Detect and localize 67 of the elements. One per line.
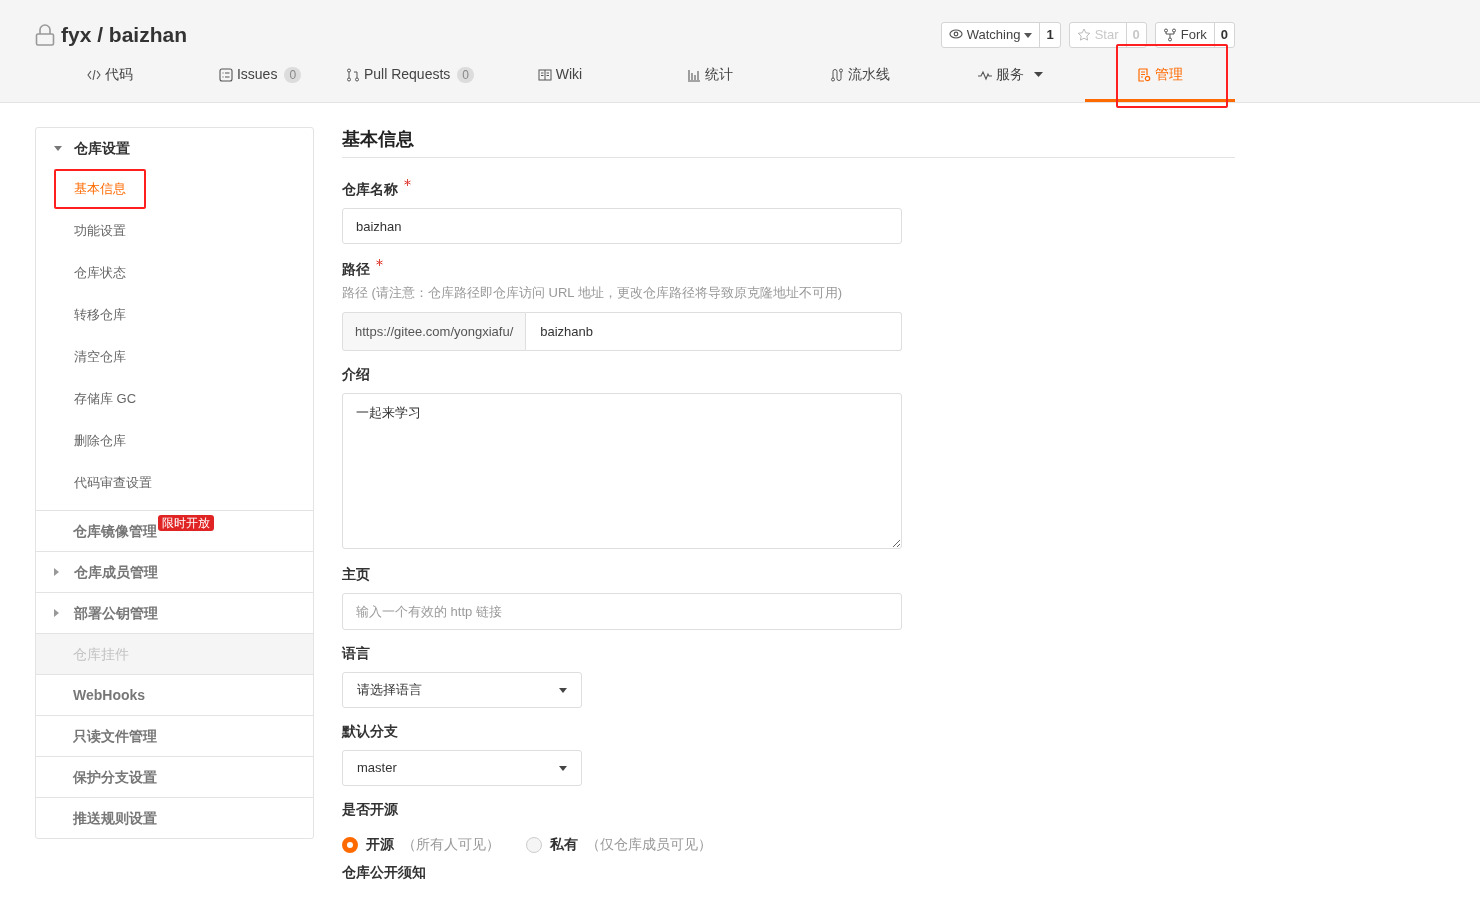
- sidebar-subitem[interactable]: 删除仓库: [54, 421, 146, 461]
- star-icon: [1076, 28, 1091, 42]
- radio-button[interactable]: [526, 836, 542, 853]
- checklist-icon: [218, 67, 233, 82]
- caret-icon: [559, 687, 567, 693]
- sidebar-item[interactable]: 仓库镜像管理: [73, 520, 157, 542]
- dropdown-select[interactable]: 请选择语言: [342, 672, 582, 708]
- textarea-field[interactable]: 一起来学习: [342, 393, 902, 549]
- sidebar-item[interactable]: 推送规则设置: [73, 807, 157, 829]
- sidebar-subitem[interactable]: 转移仓库: [54, 295, 146, 335]
- sidebar-item[interactable]: 只读文件管理: [73, 725, 157, 747]
- section-title: 基本信息: [342, 127, 1235, 158]
- eye-icon: [948, 28, 963, 42]
- document-gear-icon: [1137, 67, 1151, 82]
- sidebar-item[interactable]: 仓库成员管理: [74, 561, 158, 583]
- promo-badge: 限时开放: [158, 515, 214, 531]
- sidebar-item[interactable]: WebHooks: [73, 684, 146, 706]
- caret-icon: [1033, 72, 1043, 77]
- field-label: 仓库公开须知: [342, 863, 426, 881]
- repo-action-button[interactable]: Fork 0: [1154, 22, 1235, 48]
- nav-tab[interactable]: Wiki: [485, 50, 635, 102]
- nav-tab[interactable]: 服务: [935, 50, 1085, 102]
- pull-request-icon: [345, 67, 360, 82]
- radio-option[interactable]: 开源 （所有人可见）: [342, 834, 500, 855]
- sidebar-item[interactable]: 仓库设置: [74, 137, 130, 159]
- field-label: 语言: [342, 644, 370, 662]
- action-label: Watching: [966, 26, 1021, 45]
- book-icon: [537, 67, 552, 82]
- action-label: Fork: [1180, 26, 1207, 45]
- sidebar-item[interactable]: 部署公钥管理: [74, 602, 158, 624]
- field-label: 路径: [342, 260, 370, 278]
- field-label: 仓库名称: [342, 180, 398, 198]
- url-prefix: https://gitee.com/yongxiafu/: [342, 312, 527, 351]
- sidebar-subitem[interactable]: 代码审查设置: [54, 463, 172, 503]
- field-label: 默认分支: [342, 722, 398, 740]
- lock-icon: [35, 24, 55, 46]
- radio-button[interactable]: [342, 836, 358, 853]
- dropdown-select[interactable]: master: [342, 750, 582, 786]
- pipeline-icon: [830, 67, 844, 82]
- count-badge: 0: [457, 66, 475, 83]
- bar-chart-icon: [687, 67, 701, 82]
- nav-tab[interactable]: 统计: [635, 50, 785, 102]
- sidebar-subitem[interactable]: 清空仓库: [54, 337, 146, 377]
- action-count: 0: [1213, 23, 1234, 47]
- field-hint: 路径 (请注意：仓库路径即仓库访问 URL 地址，更改仓库路径将导致原克隆地址不可用): [342, 284, 844, 302]
- repo-title[interactable]: fyx / baizhan: [61, 19, 188, 51]
- text-input[interactable]: baizhan: [342, 208, 902, 244]
- code-icon: [87, 67, 101, 82]
- repo-action-button[interactable]: Watching 1: [940, 22, 1061, 48]
- nav-tab[interactable]: 代码: [35, 50, 185, 102]
- count-badge: 0: [284, 66, 302, 83]
- sidebar-subitem[interactable]: 功能设置: [54, 211, 146, 251]
- nav-tab[interactable]: 流水线: [785, 50, 935, 102]
- nav-tab[interactable]: Pull Requests 0: [335, 50, 485, 102]
- field-label: 介绍: [342, 365, 370, 383]
- field-label: 主页: [342, 565, 370, 583]
- caret-icon: [1024, 32, 1033, 38]
- fork-icon: [1162, 28, 1177, 42]
- caret-icon: [559, 765, 567, 771]
- sidebar-item[interactable]: 保护分支设置: [73, 766, 157, 788]
- sidebar-subitem[interactable]: 存储库 GC: [54, 379, 157, 419]
- field-label: 是否开源: [342, 800, 398, 818]
- sidebar-subitem[interactable]: 仓库状态: [54, 253, 146, 293]
- action-count: 1: [1039, 23, 1060, 47]
- radio-option[interactable]: 私有 （仅仓库成员可见）: [526, 834, 712, 855]
- text-input[interactable]: baizhanb: [526, 312, 902, 351]
- nav-tab[interactable]: Issues 0: [185, 50, 335, 102]
